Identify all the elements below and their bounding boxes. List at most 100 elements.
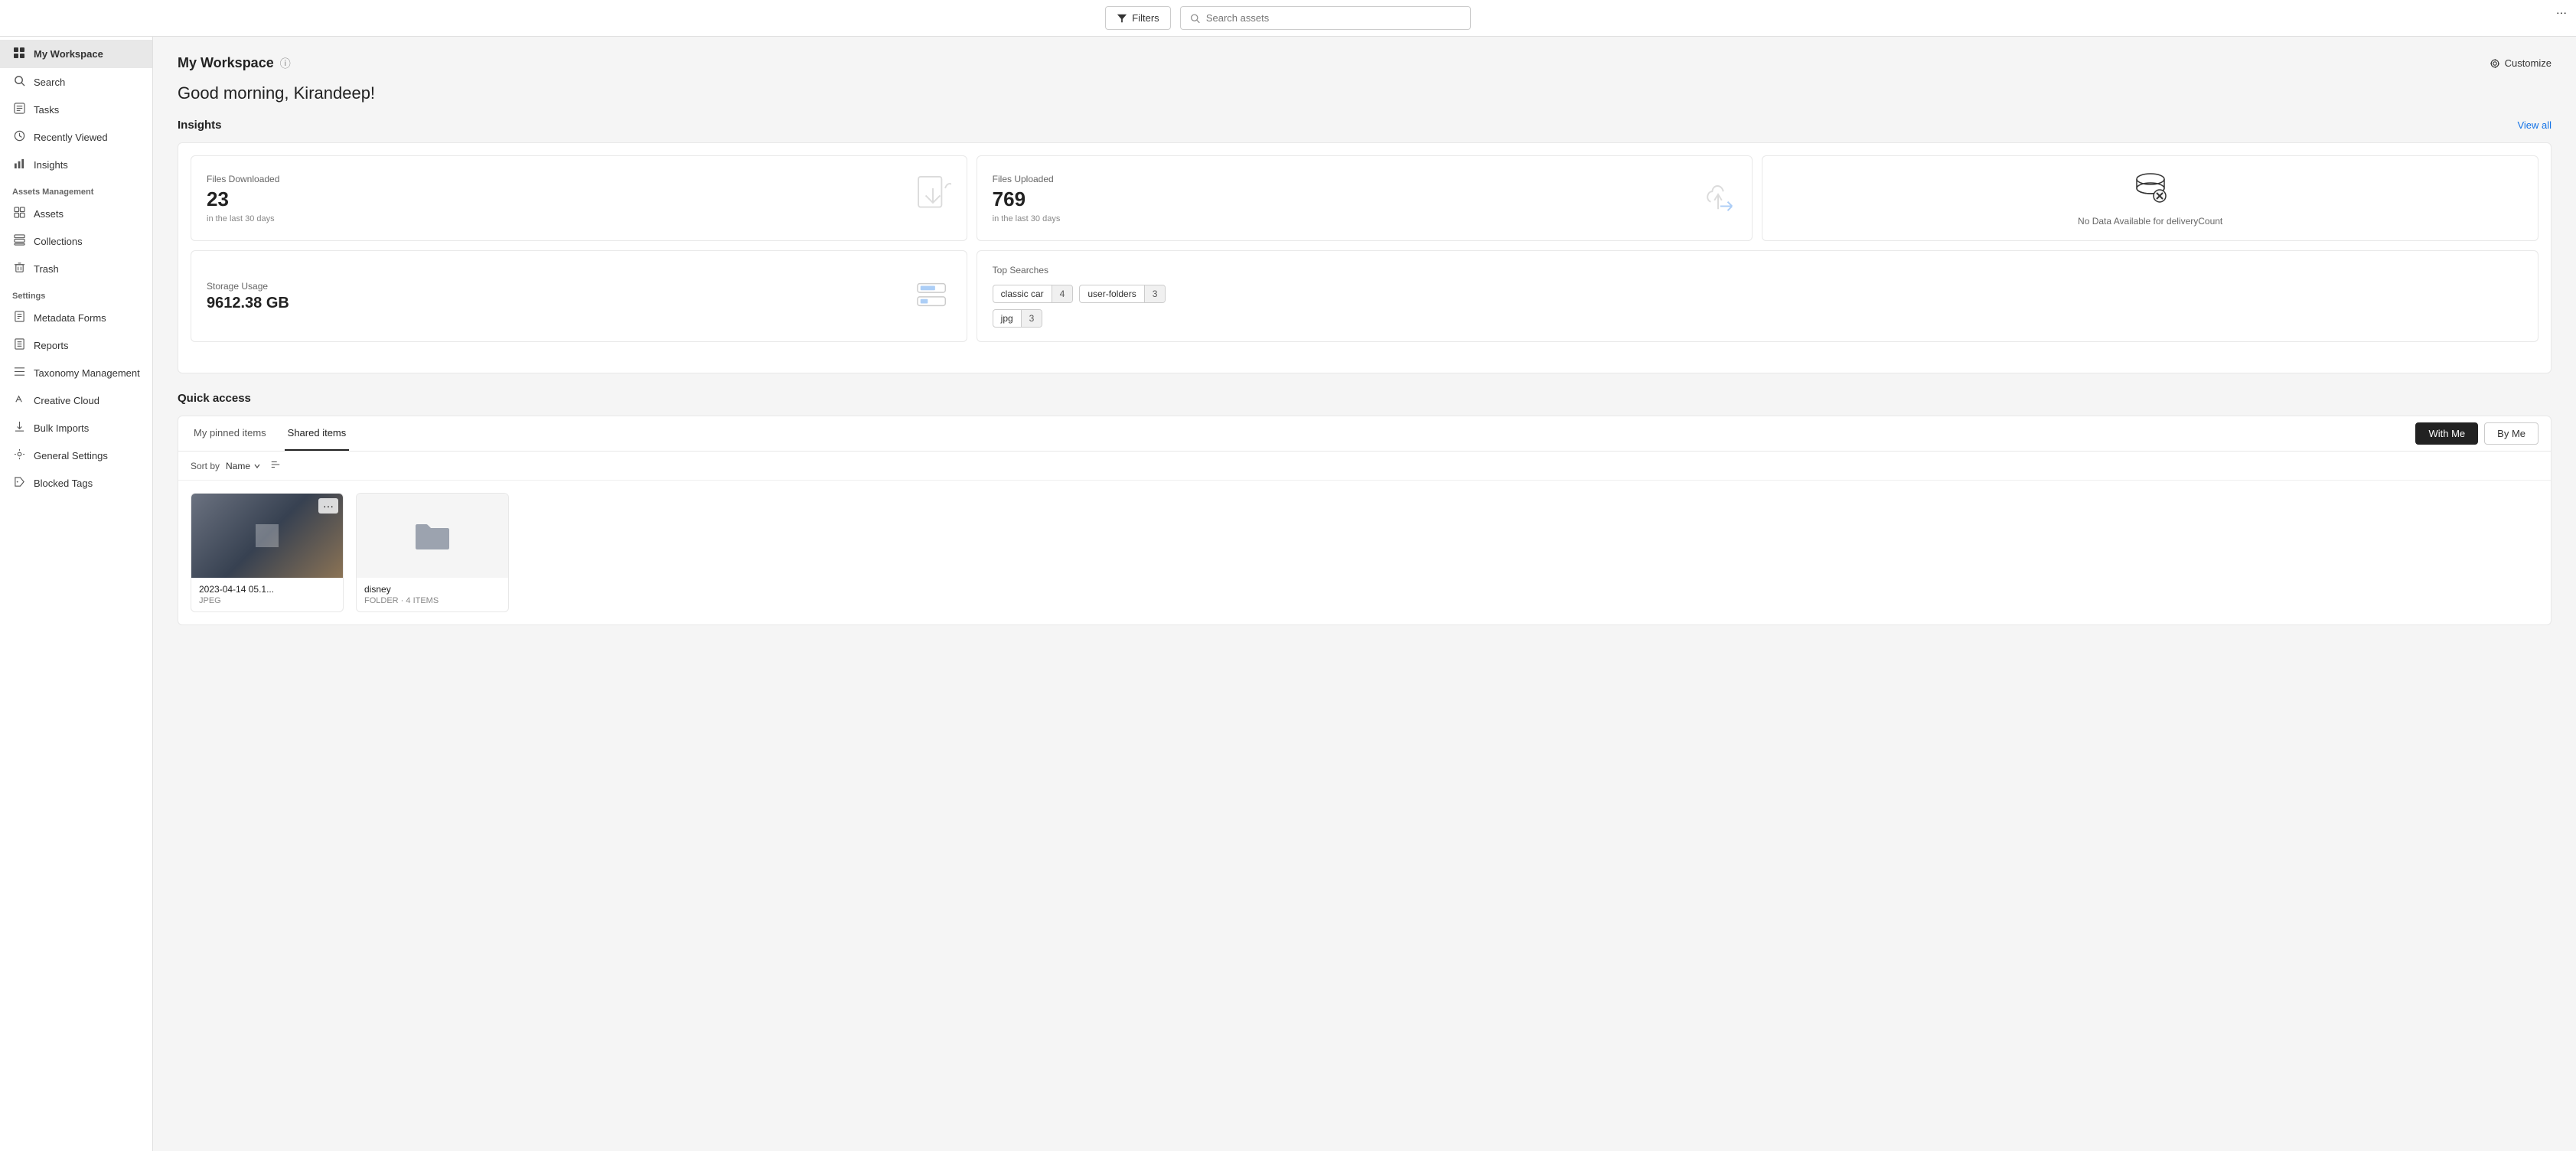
sidebar-item-blocked-tags[interactable]: Blocked Tags (0, 469, 152, 497)
search-icon (1190, 13, 1200, 24)
delivery-count-card: No Data Available for deliveryCount (1762, 155, 2539, 241)
folder-thumbnail: ··· (357, 494, 508, 578)
files-downloaded-value: 23 (207, 187, 279, 211)
page-title: My Workspace (178, 55, 274, 71)
sort-dropdown[interactable]: Name (226, 461, 261, 471)
page-header: My Workspace ⓘ Customize (178, 55, 2552, 71)
top-searches-card: Top Searches classic car 4 user-folders … (977, 250, 2539, 342)
search-tag-jpg: jpg 3 (993, 309, 1043, 328)
taxonomy-management-icon (12, 366, 26, 380)
sort-label: Sort by (191, 461, 220, 471)
tasks-icon (12, 103, 26, 116)
tab-my-pinned-items[interactable]: My pinned items (191, 416, 269, 451)
no-data-text: No Data Available for deliveryCount (2078, 216, 2222, 227)
sidebar-item-label: Taxonomy Management (34, 367, 140, 379)
insights-title: Insights (178, 119, 222, 132)
insights-section-header: Insights View all (178, 119, 2552, 132)
sidebar-item-label: Insights (34, 159, 68, 171)
recently-viewed-icon (12, 130, 26, 144)
sidebar-item-assets[interactable]: Assets (0, 200, 152, 227)
file-info: 2023-04-14 05.1... JPEG (191, 578, 343, 611)
info-icon[interactable]: ⓘ (280, 56, 291, 71)
general-settings-icon (12, 448, 26, 462)
sidebar-item-general-settings[interactable]: General Settings (0, 442, 152, 469)
files-grid: ··· 2023-04-14 05.1... JPEG (178, 481, 2551, 624)
files-uploaded-card: Files Uploaded 769 in the last 30 days (977, 155, 1753, 241)
sidebar-item-taxonomy-management[interactable]: Taxonomy Management (0, 359, 152, 386)
sort-value: Name (226, 461, 250, 471)
tab-shared-items[interactable]: Shared items (285, 416, 350, 451)
greeting-text: Good morning, Kirandeep! (178, 83, 2552, 103)
sidebar-item-tasks[interactable]: Tasks (0, 96, 152, 123)
files-downloaded-content: Files Downloaded 23 in the last 30 days (207, 174, 279, 223)
trash-icon (12, 262, 26, 276)
files-uploaded-label: Files Uploaded (993, 174, 1061, 184)
files-downloaded-card: Files Downloaded 23 in the last 30 days (191, 155, 967, 241)
storage-value: 9612.38 GB (207, 295, 289, 312)
top-bar: Filters (0, 0, 2576, 37)
sidebar: My Workspace Search Tasks Recently Viewe… (0, 37, 153, 1151)
tag-count: 4 (1052, 285, 1073, 302)
sort-row: Sort by Name (178, 452, 2551, 481)
customize-label: Customize (2505, 57, 2552, 69)
sidebar-item-metadata-forms[interactable]: Metadata Forms (0, 304, 152, 331)
file-info: disney FOLDER · 4 ITEMS (357, 578, 508, 611)
tag-name: user-folders (1080, 285, 1143, 302)
sidebar-item-collections[interactable]: Collections (0, 227, 152, 255)
file-thumbnail: ··· (191, 494, 343, 578)
sidebar-item-label: Trash (34, 263, 59, 275)
tabs: My pinned items Shared items (191, 416, 364, 451)
with-me-button[interactable]: With Me (2415, 422, 2478, 445)
sidebar-item-label: Blocked Tags (34, 478, 93, 489)
sidebar-item-recently-viewed[interactable]: Recently Viewed (0, 123, 152, 151)
file-name: disney (364, 584, 501, 595)
sidebar-item-my-workspace[interactable]: My Workspace (0, 40, 152, 68)
sidebar-item-trash[interactable]: Trash (0, 255, 152, 282)
file-meta: FOLDER · 4 ITEMS (364, 596, 501, 605)
sort-order-icon[interactable] (270, 459, 281, 472)
files-uploaded-content: Files Uploaded 769 in the last 30 days (993, 174, 1061, 223)
sidebar-item-label: Bulk Imports (34, 422, 89, 434)
metadata-forms-icon (12, 311, 26, 324)
blocked-tags-icon (12, 476, 26, 490)
file-meta: JPEG (199, 596, 335, 605)
files-downloaded-sub: in the last 30 days (207, 214, 279, 223)
tag-count: 3 (1021, 310, 1042, 327)
search-tag-classic-car: classic car 4 (993, 285, 1074, 303)
customize-button[interactable]: Customize (2490, 57, 2552, 69)
storage-label: Storage Usage (207, 281, 289, 292)
section-settings: Settings (0, 282, 152, 304)
sidebar-item-search[interactable]: Search (0, 68, 152, 96)
by-me-button[interactable]: By Me (2484, 422, 2539, 445)
my-workspace-icon (12, 47, 26, 61)
sidebar-item-label: General Settings (34, 450, 108, 461)
search-icon (12, 75, 26, 89)
search-tags: classic car 4 user-folders 3 (993, 285, 2522, 303)
section-assets-management: Assets Management (0, 178, 152, 200)
tab-actions: With Me By Me (2415, 422, 2539, 445)
sidebar-item-label: Recently Viewed (34, 132, 108, 143)
filters-button[interactable]: Filters (1105, 6, 1170, 30)
sidebar-item-insights[interactable]: Insights (0, 151, 152, 178)
no-data-icon (2134, 170, 2167, 210)
search-input[interactable] (1206, 12, 1461, 24)
collections-icon (12, 234, 26, 248)
storage-icon (915, 278, 951, 315)
bulk-imports-icon (12, 421, 26, 435)
view-all-link[interactable]: View all (2517, 119, 2552, 131)
tag-name: jpg (993, 310, 1021, 327)
reports-icon (12, 338, 26, 352)
quick-access-card: My pinned items Shared items With Me By … (178, 416, 2552, 625)
gear-icon (2490, 58, 2500, 69)
sidebar-item-label: Creative Cloud (34, 395, 99, 406)
download-icon (915, 175, 951, 221)
storage-usage-card: Storage Usage 9612.38 GB (191, 250, 967, 342)
search-tag-user-folders: user-folders 3 (1079, 285, 1166, 303)
chevron-down-icon (253, 462, 261, 470)
top-searches-label: Top Searches (993, 265, 2522, 276)
sidebar-item-creative-cloud[interactable]: Creative Cloud (0, 386, 152, 414)
sidebar-item-bulk-imports[interactable]: Bulk Imports (0, 414, 152, 442)
sidebar-item-reports[interactable]: Reports (0, 331, 152, 359)
file-more-button[interactable]: ··· (318, 498, 338, 514)
tabs-row: My pinned items Shared items With Me By … (178, 416, 2551, 452)
